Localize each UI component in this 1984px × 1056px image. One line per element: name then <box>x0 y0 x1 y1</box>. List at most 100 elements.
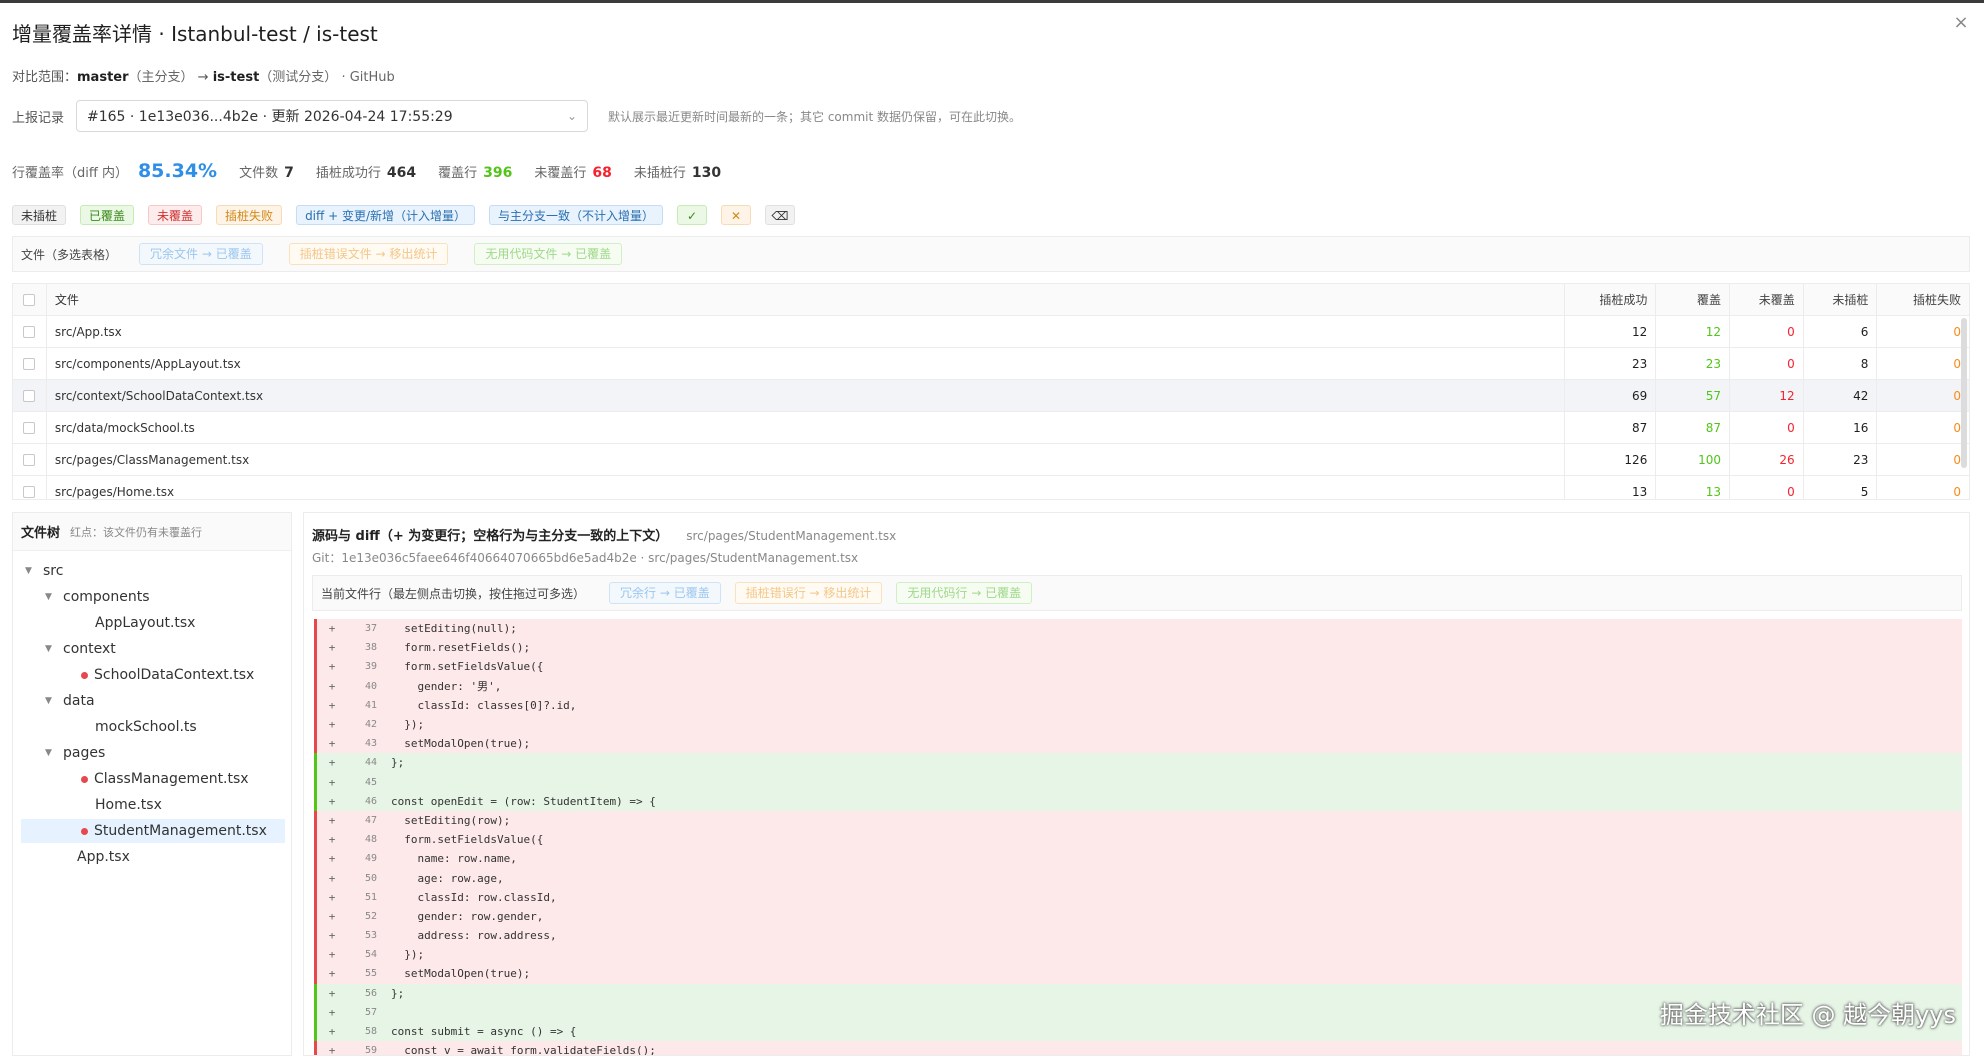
legend-not-instrumented: 未插桩 <box>12 205 67 225</box>
mark-dead-code-files-button[interactable]: 无用代码文件 → 已覆盖 <box>474 243 623 265</box>
code-line[interactable]: +50 age: row.age, <box>314 868 1962 888</box>
tree-folder-context[interactable]: ▼ context <box>45 637 116 661</box>
diff-title-text: 源码与 diff（+ 为变更行；空格行为与主分支一致的上下文） <box>312 529 669 544</box>
code-line[interactable]: +40 gender: '男', <box>314 676 1962 696</box>
clear-icon[interactable]: ⌫ <box>765 205 796 225</box>
target-branch: is-test <box>212 70 260 85</box>
table-scrollbar[interactable] <box>1961 318 1967 468</box>
code-line[interactable]: +49 name: row.name, <box>314 849 1962 869</box>
mark-redundant-files-button[interactable]: 冗余文件 → 已覆盖 <box>139 243 263 265</box>
header-not-instrumented[interactable]: 未插桩 <box>1804 284 1878 315</box>
code-text: }); <box>391 948 425 962</box>
tree-folder-data[interactable]: ▼ data <box>45 689 95 713</box>
diff-mark: + <box>328 794 336 808</box>
code-line[interactable]: +48 form.setFieldsValue({ <box>314 830 1962 850</box>
code-text: gender: '男', <box>391 680 502 694</box>
diff-mark: + <box>328 660 336 674</box>
caret-down-icon: ▼ <box>45 644 52 654</box>
legend-uncovered: 未覆盖 <box>148 205 203 225</box>
row-checkbox[interactable] <box>23 421 36 434</box>
tree-folder-pages[interactable]: ▼ pages <box>45 741 105 765</box>
code-line[interactable]: +44}; <box>314 753 1962 773</box>
row-checkbox-cell <box>13 412 47 443</box>
close-circle-icon[interactable]: ✕ <box>721 205 752 225</box>
table-header: 文件 插桩成功 覆盖 未覆盖 未插桩 插桩失败 <box>13 284 1969 316</box>
line-number: 39 <box>364 661 377 673</box>
header-covered[interactable]: 覆盖 <box>1656 284 1731 315</box>
header-failed[interactable]: 插桩失败 <box>1877 284 1969 315</box>
tree-file-home[interactable]: Home.tsx <box>95 793 162 817</box>
tree-folder-src[interactable]: ▼ src <box>25 559 63 583</box>
table-row[interactable]: src/context/SchoolDataContext.tsx 69 57 … <box>13 380 1969 412</box>
tree-file-classmanagement[interactable]: ClassManagement.tsx <box>81 767 249 791</box>
check-circle-icon[interactable]: ✓ <box>677 205 708 225</box>
close-icon[interactable]: × <box>1952 14 1970 32</box>
code-text: }; <box>391 756 405 770</box>
code-line[interactable]: +46 const openEdit = (row: StudentItem) =… <box>314 791 1962 811</box>
code-line[interactable]: +54 }); <box>314 945 1962 965</box>
row-checkbox[interactable] <box>23 453 36 466</box>
table-row[interactable]: src/data/mockSchool.ts 87 87 0 16 0 <box>13 412 1969 444</box>
tree-file-app[interactable]: App.tsx <box>77 845 130 869</box>
mark-error-lines-button[interactable]: 插桩错误行 → 移出统计 <box>734 582 883 604</box>
target-branch-note: （测试分支） <box>259 70 338 85</box>
header-uncovered[interactable]: 未覆盖 <box>1730 284 1804 315</box>
header-instrumented[interactable]: 插桩成功 <box>1565 284 1657 315</box>
select-all-checkbox[interactable] <box>23 293 36 306</box>
code-line[interactable]: +45 <box>314 772 1962 792</box>
stat-not-instrumented-label: 未插桩行 <box>633 166 686 181</box>
report-select[interactable]: #165 · 1e13e036...4b2e · 更新 2026-04-24 1… <box>76 100 588 132</box>
line-number: 48 <box>364 834 377 846</box>
tree-file-schooldatacontext[interactable]: SchoolDataContext.tsx <box>81 663 254 687</box>
diff-mark: + <box>328 871 336 885</box>
tree-file-mockschool[interactable]: mockSchool.ts <box>95 715 197 739</box>
row-checkbox[interactable] <box>23 325 36 338</box>
row-checkbox[interactable] <box>23 357 36 370</box>
line-number: 46 <box>364 795 377 807</box>
diff-git-info: Git：1e13e036c5faee646f40664070665bd6e5ad… <box>312 551 859 565</box>
table-row[interactable]: src/pages/Home.tsx 13 13 0 5 0 <box>13 476 1969 499</box>
cell-failed: 0 <box>1953 324 1961 339</box>
mark-dead-code-lines-button[interactable]: 无用代码行 → 已覆盖 <box>896 582 1033 604</box>
header-file[interactable]: 文件 <box>47 284 1565 315</box>
code-line[interactable]: +42 }); <box>314 714 1962 735</box>
code-line[interactable]: +47 setEditing(row); <box>314 810 1962 831</box>
mark-redundant-lines-button[interactable]: 冗余行 → 已覆盖 <box>609 582 721 604</box>
tree-file-studentmanagement[interactable]: StudentManagement.tsx <box>21 819 285 843</box>
mark-error-files-button[interactable]: 插桩错误文件 → 移出统计 <box>288 243 449 265</box>
file-tree-title: 文件树 <box>21 526 61 541</box>
code-line[interactable]: +53 address: row.address, <box>314 926 1962 946</box>
table-row[interactable]: src/App.tsx 12 12 0 6 0 <box>13 316 1969 348</box>
diff-mark: + <box>328 1044 336 1056</box>
code-line[interactable]: +39 form.setFieldsValue({ <box>314 657 1962 677</box>
code-line[interactable]: +51 classId: row.classId, <box>314 887 1962 907</box>
report-row: 上报记录 #165 · 1e13e036...4b2e · 更新 2026-04… <box>12 100 1021 132</box>
cell-instrumented: 69 <box>1565 380 1657 411</box>
diff-mark: + <box>328 1025 336 1039</box>
row-checkbox[interactable] <box>23 389 36 402</box>
tree-folder-components[interactable]: ▼ components <box>45 585 150 609</box>
code-text: const openEdit = (row: StudentItem) => { <box>391 794 656 808</box>
table-row[interactable]: src/pages/ClassManagement.tsx 126 100 26… <box>13 444 1969 476</box>
cell-failed: 0 <box>1953 388 1961 403</box>
cell-failed: 0 <box>1953 484 1961 499</box>
code-line[interactable]: +43 setModalOpen(true); <box>314 734 1962 754</box>
uncovered-dot-icon <box>81 827 88 835</box>
table-row[interactable]: src/components/AppLayout.tsx 23 23 0 8 0 <box>13 348 1969 380</box>
report-label: 上报记录 <box>12 110 65 126</box>
cell-uncovered: 12 <box>1730 380 1804 411</box>
cell-covered: 57 <box>1656 380 1731 411</box>
watermark: 掘金技术社区 @ 越今朝yys <box>1659 1001 1956 1029</box>
code-text: setModalOpen(true); <box>391 737 531 751</box>
code-line[interactable]: +38 form.resetFields(); <box>314 638 1962 658</box>
tree-file-applayout[interactable]: AppLayout.tsx <box>95 611 195 635</box>
stat-coverage-label: 行覆盖率（diff 内） <box>12 166 128 181</box>
code-line[interactable]: +37 setEditing(null); <box>314 619 1962 639</box>
code-line[interactable]: +52 gender: row.gender, <box>314 906 1962 926</box>
code-line[interactable]: +55 setModalOpen(true); <box>314 964 1962 984</box>
stat-files-value: 7 <box>284 165 294 181</box>
code-line[interactable]: +59 const v = await form.validateFields(… <box>314 1041 1962 1056</box>
code-line[interactable]: +41 classId: classes[0]?.id, <box>314 695 1962 715</box>
code-text: const submit = async () => { <box>391 1025 577 1039</box>
row-checkbox[interactable] <box>23 485 36 498</box>
